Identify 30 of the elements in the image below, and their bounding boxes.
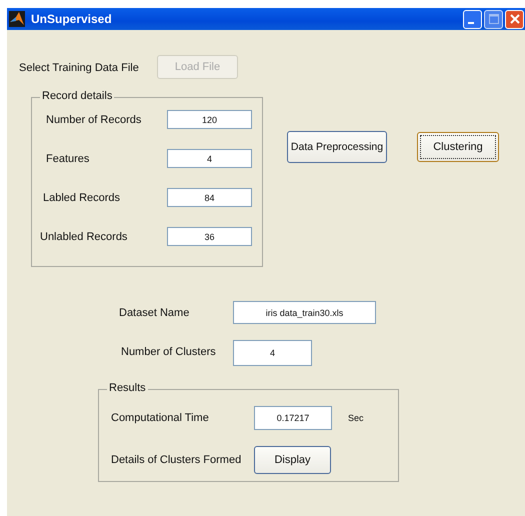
close-button[interactable]: [505, 10, 524, 28]
input-field[interactable]: 4: [233, 340, 312, 366]
field-label: Unlabled Records: [39, 230, 128, 242]
field-label: Number of Clusters: [121, 346, 217, 358]
field-label: Number of Records: [45, 114, 142, 126]
input-field[interactable]: 0.17217: [254, 406, 332, 430]
input-field[interactable]: iris data_train30.xls: [233, 301, 376, 324]
push-button[interactable]: Data Preprocessing: [287, 131, 387, 163]
field-label: Select Training Data File: [19, 62, 140, 74]
window-title: UnSupervised: [31, 12, 113, 26]
group-title: Record details: [40, 90, 114, 102]
push-button[interactable]: Clustering: [417, 132, 499, 162]
minimize-icon: [468, 22, 474, 24]
field-label: Features: [45, 152, 90, 164]
field-label: Details of Clusters Formed: [111, 454, 242, 466]
input-field[interactable]: 36: [167, 227, 252, 246]
push-button[interactable]: Display: [254, 446, 331, 474]
field-label: Computational Time: [111, 412, 210, 424]
close-icon: [510, 14, 520, 24]
minimize-button[interactable]: [463, 10, 482, 28]
input-field[interactable]: 120: [167, 110, 252, 129]
group-title: Results: [107, 382, 148, 394]
field-label: Dataset Name: [119, 307, 190, 319]
app-icon: [9, 11, 25, 27]
input-field[interactable]: 4: [167, 149, 252, 168]
maximize-icon: [488, 14, 498, 24]
maximize-button[interactable]: [484, 10, 503, 28]
unit-label: Sec: [348, 413, 364, 423]
field-label: Labled Records: [42, 192, 122, 204]
input-field[interactable]: 84: [167, 188, 252, 207]
